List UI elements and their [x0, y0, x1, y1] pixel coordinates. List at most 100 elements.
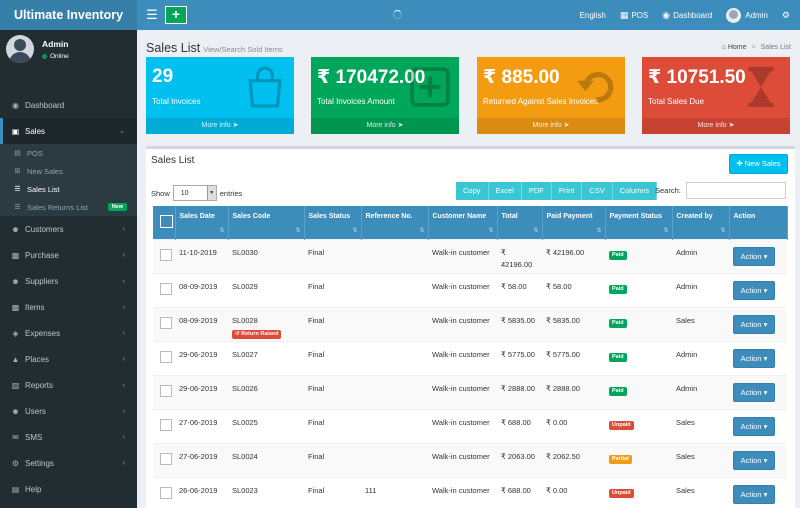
table-row: 08-09-2019 SL0028 ↺ Return Raised Final Walk… [153, 306, 787, 341]
sidebar-item-customers[interactable]: ☻ Customers ‹ [0, 216, 137, 242]
sidebar-item-dashboard[interactable]: ◉ Dashboard [0, 92, 137, 118]
search-input[interactable] [686, 182, 786, 199]
action-dropdown-button[interactable]: Action ▾ [733, 246, 775, 266]
action-cell: Action ▾ [729, 272, 787, 307]
undo-icon [577, 71, 614, 103]
undo-icon: ↺ [235, 330, 240, 337]
sales-status-cell: Final [304, 476, 361, 508]
pdf-button[interactable]: PDF [521, 182, 552, 200]
customer-cell: Walk-in customer [428, 238, 497, 273]
csv-button[interactable]: CSV [582, 182, 613, 200]
user-menu[interactable]: Admin [719, 0, 775, 30]
total-cell: ₹ 58.00 [497, 272, 542, 307]
sidebar-item-purchase[interactable]: ▩ Purchase ‹ [0, 242, 137, 268]
action-dropdown-button[interactable]: Action ▾ [733, 348, 775, 368]
sidebar-item-sms[interactable]: ✉ SMS ‹ [0, 424, 137, 450]
payment-status-cell: Paid [605, 374, 672, 409]
paid-cell: ₹ 5835.00 [542, 306, 605, 341]
column-header[interactable]: Reference No. ⇅ [361, 206, 429, 239]
dashboard-link[interactable]: ◉ Dashboard [655, 0, 719, 30]
row-checkbox[interactable] [160, 384, 172, 397]
sidebar-item-users[interactable]: ☻ Users ‹ [0, 398, 137, 424]
more-info-link[interactable]: More info ➤ [311, 118, 459, 134]
column-header-label: Created by [676, 213, 713, 220]
excel-button[interactable]: Excel [488, 182, 522, 200]
sidebar-item-label: Users [25, 406, 46, 416]
breadcrumb-home[interactable]: Home [728, 44, 747, 51]
total-cell: ₹ 42196.00 [497, 238, 542, 273]
select-all-checkbox[interactable] [160, 215, 173, 228]
control-sidebar-toggle[interactable]: ⚙ [775, 0, 800, 30]
menu-toggle-icon[interactable]: ☰ [141, 7, 163, 23]
navbar: ☰ + English ▦ POS ◉ Dashboard Admin ⚙ [137, 0, 800, 30]
sidebar-item-suppliers[interactable]: ☻ Suppliers ‹ [0, 268, 137, 294]
action-dropdown-button[interactable]: Action ▾ [733, 280, 775, 300]
total-cell: ₹ 5835.00 [497, 306, 542, 341]
copy-button[interactable]: Copy [456, 182, 489, 200]
more-info-link[interactable]: More info ➤ [642, 118, 790, 134]
paid-cell: ₹ 42196.00 [542, 238, 605, 273]
column-header[interactable]: Sales Status ⇅ [304, 206, 362, 239]
sidebar-item-sales[interactable]: ▣ Sales ⌄ [0, 118, 137, 144]
language-selector[interactable]: English [573, 0, 613, 30]
sidebar-subitem-sales-returns[interactable]: ☰ Sales Returns List New [0, 198, 137, 216]
sidebar-subitem-sales-list[interactable]: ☰ Sales List [0, 180, 137, 198]
sales-code: SL0025 [232, 417, 258, 427]
new-sales-button[interactable]: ✚ New Sales [729, 154, 788, 174]
sidebar-item-expenses[interactable]: ◈ Expenses ‹ [0, 320, 137, 346]
column-header[interactable]: Sales Date ⇅ [175, 206, 229, 239]
row-checkbox[interactable] [160, 452, 172, 465]
row-checkbox[interactable] [160, 486, 172, 499]
entries-select[interactable]: 10 ▼ [172, 185, 217, 201]
sidebar-item-help[interactable]: ▤ Help [0, 476, 137, 502]
app-brand[interactable]: Ultimate Inventory [0, 0, 137, 30]
chevron-left-icon: ‹ [122, 355, 125, 363]
columns-button[interactable]: Columns [612, 182, 658, 200]
column-header[interactable]: Paid Payment ⇅ [542, 206, 606, 239]
print-button[interactable]: Print [551, 182, 583, 200]
list-icon: ☰ [14, 204, 21, 211]
column-header[interactable]: Customer Name ⇅ [428, 206, 498, 239]
row-checkbox[interactable] [160, 418, 172, 431]
column-header[interactable]: Created by ⇅ [672, 206, 730, 239]
column-header[interactable]: Sales Code ⇅ [228, 206, 305, 239]
table-row: 26-06-2019 SL0023 Final 111 Walk-in customer… [153, 476, 787, 508]
sales-status-cell: Final [304, 238, 361, 273]
sidebar-subitem-new-sales[interactable]: ⊞ New Sales [0, 162, 137, 180]
stat-box-sales-due: ₹ 10751.50 Total Sales Due More info ➤ [642, 57, 790, 134]
total-cell: ₹ 688.00 [497, 408, 542, 443]
column-header[interactable]: Total ⇅ [497, 206, 543, 239]
action-dropdown-button[interactable]: Action ▾ [733, 382, 775, 402]
sales-submenu: ▤ POS ⊞ New Sales ☰ Sales List ☰ Sales Retur… [0, 144, 137, 216]
sidebar-item-items[interactable]: ▩ Items ‹ [0, 294, 137, 320]
more-info-label: More info [532, 122, 562, 129]
column-header[interactable]: Payment Status ⇅ [605, 206, 673, 239]
table-row: 08-09-2019 SL0029 Final Walk-in customer ₹ 5… [153, 272, 787, 307]
reference-cell [361, 442, 428, 477]
caret-down-icon: ▾ [763, 319, 768, 329]
more-info-link[interactable]: More info ➤ [146, 118, 294, 134]
quick-add-button[interactable]: + [165, 6, 187, 24]
pos-link[interactable]: ▦ POS [613, 0, 655, 30]
reference-cell [361, 306, 428, 341]
sidebar-subitem-pos[interactable]: ▤ POS [0, 144, 137, 162]
caret-down-icon: ▾ [763, 489, 768, 499]
action-dropdown-button[interactable]: Action ▾ [733, 484, 775, 504]
sidebar-item-reports[interactable]: ▧ Reports ‹ [0, 372, 137, 398]
action-dropdown-button[interactable]: Action ▾ [733, 450, 775, 470]
more-info-link[interactable]: More info ➤ [477, 118, 625, 134]
action-dropdown-button[interactable]: Action ▾ [733, 416, 775, 436]
row-checkbox[interactable] [160, 316, 172, 329]
action-cell: Action ▾ [729, 442, 787, 477]
column-header-label: Sales Date [179, 213, 215, 220]
action-label: Action [740, 353, 762, 363]
action-label: Action [740, 319, 762, 329]
row-checkbox[interactable] [160, 248, 172, 261]
row-checkbox[interactable] [160, 350, 172, 363]
row-checkbox[interactable] [160, 282, 172, 295]
sidebar-item-places[interactable]: ▲ Places ‹ [0, 346, 137, 372]
action-dropdown-button[interactable]: Action ▾ [733, 314, 775, 334]
sales-code-cell: SL0024 [228, 442, 304, 477]
sidebar: Admin Online ◉ Dashboard ▣ Sales ⌄ ▤ POS ⊞ Ne… [0, 30, 137, 508]
sidebar-item-settings[interactable]: ⚙ Settings ‹ [0, 450, 137, 476]
